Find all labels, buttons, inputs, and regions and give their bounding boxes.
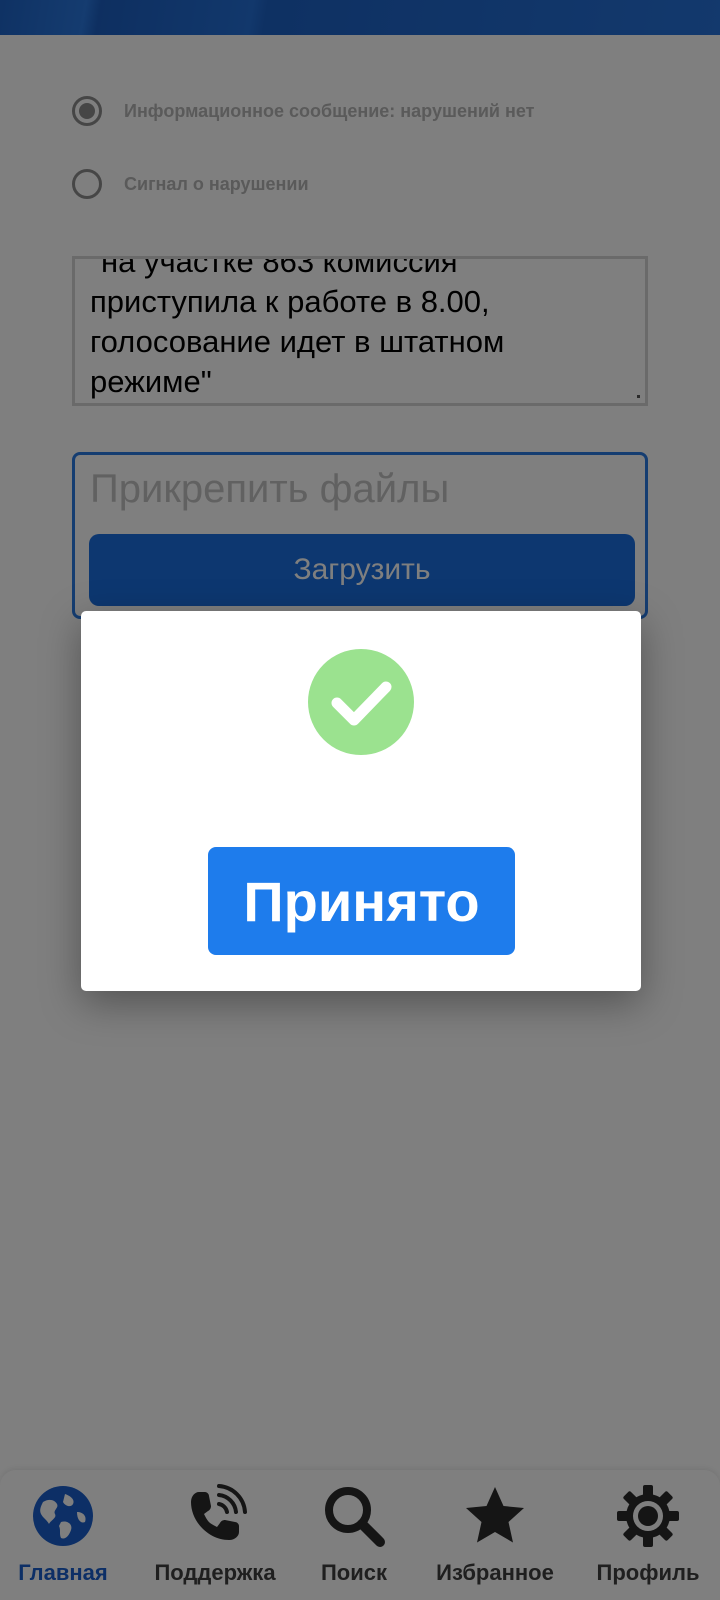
check-circle-icon xyxy=(308,649,414,755)
success-dialog: Принято xyxy=(81,611,641,991)
accept-button[interactable]: Принято xyxy=(208,847,515,955)
